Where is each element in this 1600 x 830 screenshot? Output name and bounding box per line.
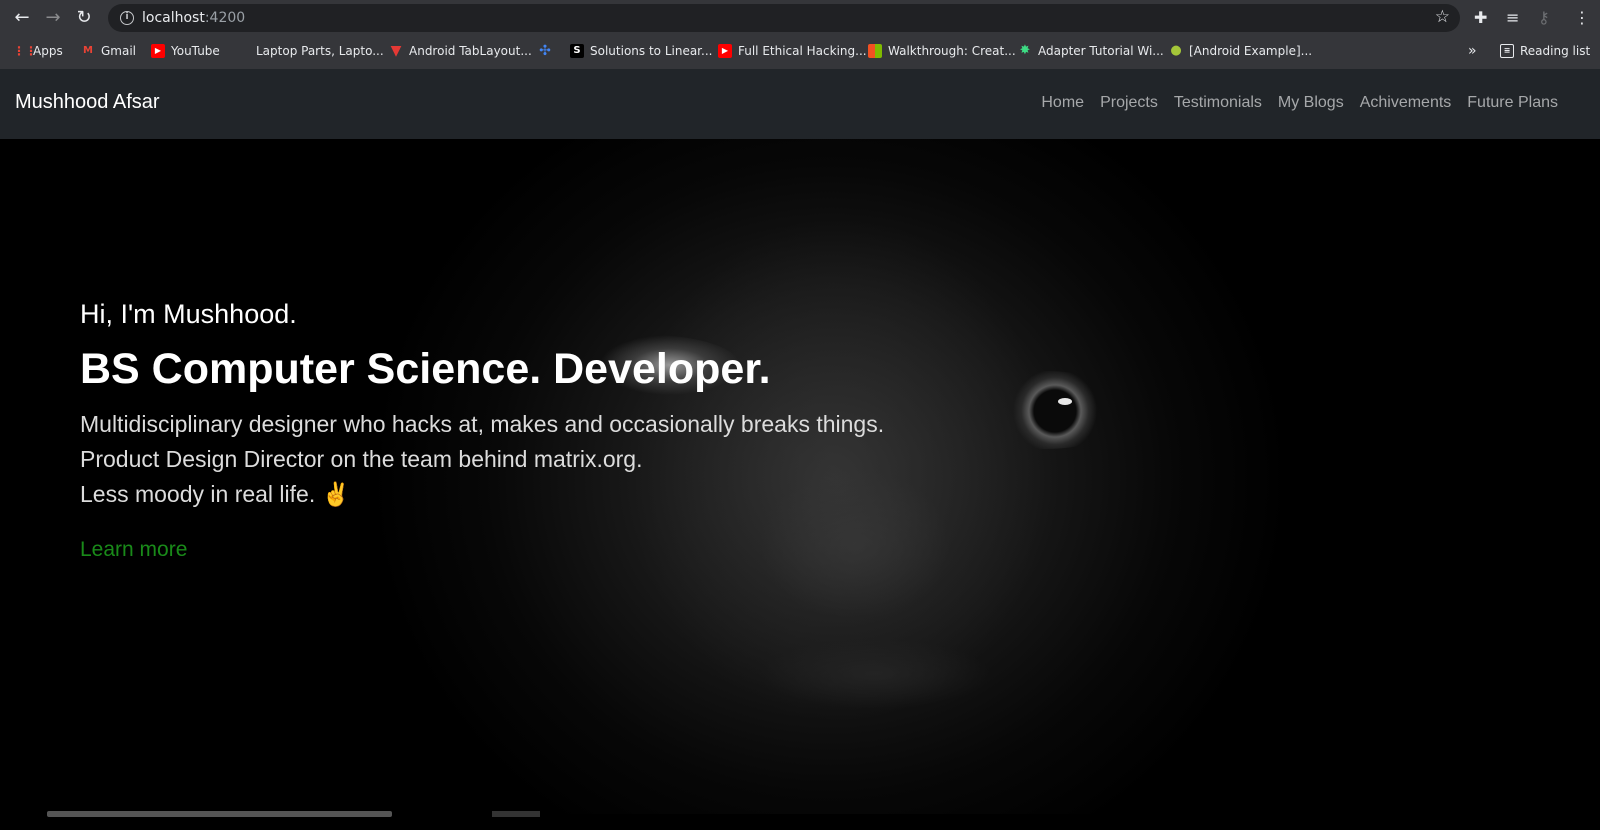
- pinwheel-icon: ✣: [539, 43, 551, 59]
- gmail-icon: M: [81, 44, 95, 58]
- media-control-icon[interactable]: ≡: [1506, 8, 1519, 27]
- nav-home[interactable]: Home: [1041, 94, 1084, 112]
- hero-line: Multidisciplinary designer who hacks at,…: [80, 411, 885, 438]
- extensions-icon[interactable]: ✚: [1474, 8, 1487, 27]
- menu-kebab-icon[interactable]: ⋮: [1574, 8, 1590, 27]
- browser-chrome: ← → ↻ i localhost:4200 ☆ ✚ ≡ ⚷ ⋮ ⋮⋮ Apps…: [0, 0, 1600, 69]
- bookmark-walkthrough[interactable]: Walkthrough: Creat...: [868, 41, 1016, 61]
- nav-projects[interactable]: Projects: [1100, 94, 1158, 112]
- horizontal-scrollbar-segment[interactable]: [492, 811, 540, 817]
- url-text[interactable]: localhost:4200: [142, 10, 245, 26]
- brand-link[interactable]: Mushhood Afsar: [15, 91, 160, 114]
- bookmark-star-icon[interactable]: ☆: [1435, 7, 1450, 27]
- triangle-icon: ▼: [390, 43, 402, 59]
- site-navbar: Mushhood Afsar Home Projects Testimonial…: [0, 69, 1600, 139]
- bookmark-android-tablayout[interactable]: ▼ Android TabLayout...: [389, 41, 532, 61]
- microsoft-icon: [868, 44, 882, 58]
- more-bookmarks-icon[interactable]: »: [1468, 41, 1477, 61]
- nav-links: Home Projects Testimonials My Blogs Achi…: [1041, 94, 1558, 112]
- address-bar[interactable]: i localhost:4200 ☆: [108, 4, 1460, 32]
- bookmark-ethical-hacking[interactable]: ▶ Full Ethical Hacking...: [718, 41, 867, 61]
- reload-icon[interactable]: ↻: [74, 8, 94, 28]
- browser-toolbar: ← → ↻ i localhost:4200 ☆ ✚ ≡ ⚷ ⋮: [0, 0, 1600, 36]
- horizontal-scrollbar-thumb[interactable]: [47, 811, 392, 817]
- bookmark-apps[interactable]: ⋮⋮ Apps: [13, 41, 63, 61]
- bookmark-pinwheel[interactable]: ✣: [538, 41, 558, 61]
- hero-section: Hi, I'm Mushhood. BS Computer Science. D…: [0, 139, 1600, 814]
- hero-line: Less moody in real life. ✌️: [80, 481, 351, 508]
- youtube-icon: ▶: [718, 44, 732, 58]
- hero-line: Product Design Director on the team behi…: [80, 446, 643, 473]
- bookmark-linear-solutions[interactable]: S Solutions to Linear...: [570, 41, 712, 61]
- hero-content: Hi, I'm Mushhood. BS Computer Science. D…: [80, 299, 1080, 562]
- learn-more-link[interactable]: Learn more: [80, 538, 187, 562]
- reading-list-button[interactable]: ≡ Reading list: [1500, 41, 1590, 61]
- blank-icon: [236, 44, 250, 58]
- reading-list-icon: ≡: [1500, 44, 1514, 58]
- android-icon: ●: [1170, 43, 1182, 58]
- hero-headline: BS Computer Science. Developer.: [80, 345, 771, 393]
- bookmark-adapter-tutorial[interactable]: ✸ Adapter Tutorial Wi...: [1018, 41, 1164, 61]
- nav-achievements[interactable]: Achivements: [1360, 94, 1452, 112]
- nav-my-blogs[interactable]: My Blogs: [1278, 94, 1344, 112]
- bookmark-gmail[interactable]: M Gmail: [81, 41, 136, 61]
- hero-description: Multidisciplinary designer who hacks at,…: [80, 407, 1080, 512]
- page: Mushhood Afsar Home Projects Testimonial…: [0, 69, 1600, 830]
- nav-testimonials[interactable]: Testimonials: [1174, 94, 1262, 112]
- bookmarks-bar: ⋮⋮ Apps M Gmail ▶ YouTube Laptop Parts, …: [0, 38, 1600, 64]
- hero-image-mouth: [760, 639, 990, 709]
- android-star-icon: ✸: [1019, 43, 1031, 58]
- s-icon: S: [570, 44, 584, 58]
- key-icon[interactable]: ⚷: [1538, 8, 1550, 27]
- hero-greeting: Hi, I'm Mushhood.: [80, 299, 297, 329]
- bookmark-laptop-parts[interactable]: Laptop Parts, Lapto...: [236, 41, 384, 61]
- back-icon[interactable]: ←: [12, 8, 32, 28]
- apps-grid-icon: ⋮⋮: [13, 44, 37, 58]
- bookmark-android-example[interactable]: ● [Android Example]...: [1169, 41, 1312, 61]
- forward-icon[interactable]: →: [43, 8, 63, 28]
- info-icon[interactable]: i: [120, 11, 134, 25]
- bookmark-youtube[interactable]: ▶ YouTube: [151, 41, 220, 61]
- nav-future-plans[interactable]: Future Plans: [1467, 94, 1558, 112]
- youtube-icon: ▶: [151, 44, 165, 58]
